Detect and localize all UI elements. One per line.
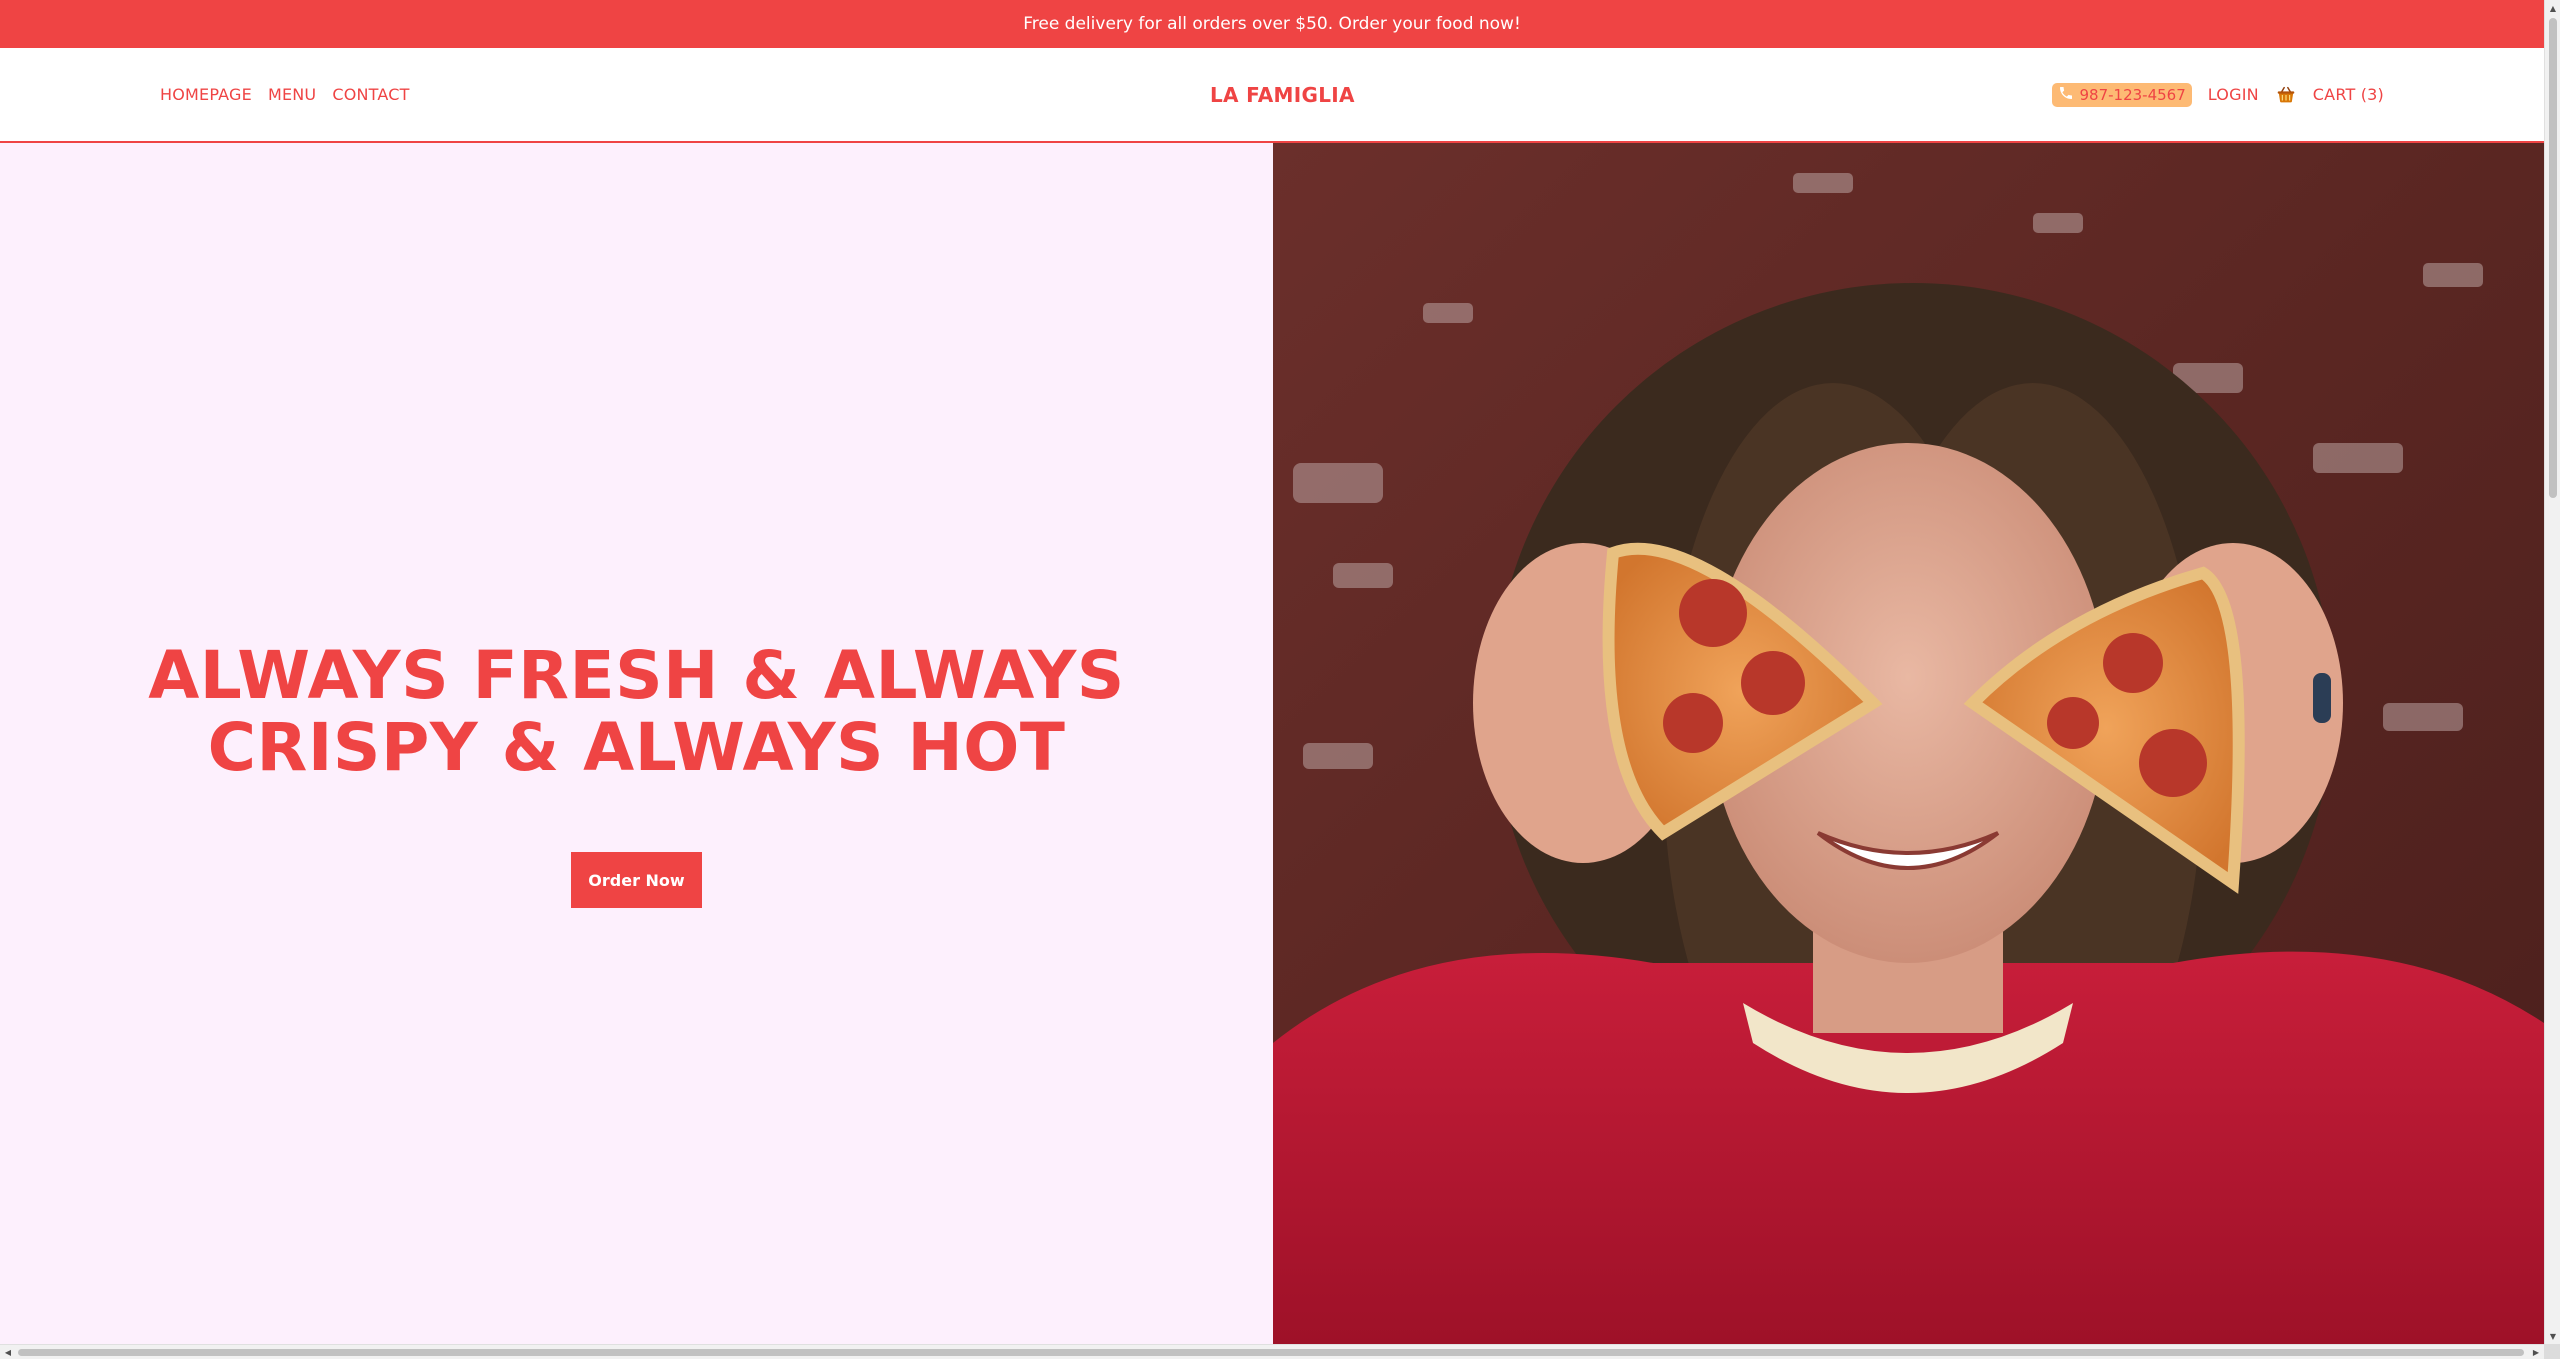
- order-now-button[interactable]: Order Now: [571, 852, 702, 908]
- scroll-down-arrow-icon[interactable]: ▼: [2545, 1328, 2560, 1344]
- promo-text: Free delivery for all orders over $50. O…: [1023, 14, 1521, 34]
- phone-icon: [2058, 85, 2074, 105]
- brand-logo[interactable]: LA FAMIGLIA: [1210, 48, 1355, 141]
- basket-icon[interactable]: [2275, 84, 2297, 106]
- cart-link[interactable]: CART (3): [2313, 85, 2384, 104]
- phone-badge[interactable]: 987-123-4567: [2051, 82, 2192, 107]
- vertical-scrollbar[interactable]: ▲ ▼: [2544, 0, 2560, 1344]
- nav-link-contact[interactable]: CONTACT: [332, 85, 409, 104]
- site-header: HOMEPAGE MENU CONTACT LA FAMIGLIA 987-12…: [0, 48, 2544, 143]
- promo-banner: Free delivery for all orders over $50. O…: [0, 0, 2544, 48]
- scroll-right-arrow-icon[interactable]: ▶: [2528, 1345, 2544, 1360]
- scroll-left-arrow-icon[interactable]: ◀: [0, 1345, 16, 1360]
- horizontal-scrollbar[interactable]: ◀ ▶: [0, 1344, 2544, 1359]
- login-link[interactable]: LOGIN: [2208, 85, 2259, 104]
- horizontal-scroll-thumb[interactable]: [18, 1349, 2524, 1356]
- hero-pizza-photo: [1273, 143, 2544, 1344]
- vertical-scroll-thumb[interactable]: [2549, 18, 2557, 498]
- scrollbar-corner: [2544, 1344, 2560, 1359]
- nav-link-homepage[interactable]: HOMEPAGE: [160, 85, 252, 104]
- page-viewport: Free delivery for all orders over $50. O…: [0, 0, 2544, 1344]
- scroll-up-arrow-icon[interactable]: ▲: [2545, 0, 2560, 16]
- hero-title: ALWAYS FRESH & ALWAYS CRISPY & ALWAYS HO…: [148, 637, 1125, 786]
- phone-number: 987-123-4567: [2079, 85, 2186, 104]
- header-actions: 987-123-4567 LOGIN CART (3): [2051, 48, 2385, 141]
- nav-link-menu[interactable]: MENU: [268, 85, 316, 104]
- main-nav: HOMEPAGE MENU CONTACT: [160, 48, 410, 141]
